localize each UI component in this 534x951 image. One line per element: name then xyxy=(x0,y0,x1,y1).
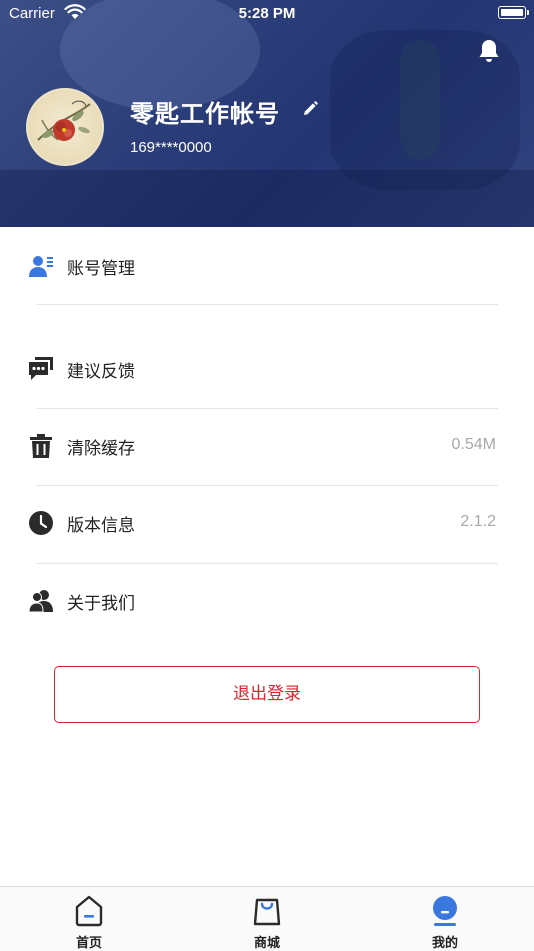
menu-item-feedback[interactable]: 建议反馈 xyxy=(0,332,534,408)
tab-label: 我的 xyxy=(431,936,458,951)
profile-header: Carrier 5:28 PM 零匙工作帐号 169****0000 xyxy=(0,0,534,227)
bell-icon[interactable] xyxy=(477,38,501,64)
menu-item-version-info[interactable]: 版本信息 2.1.2 xyxy=(0,486,534,562)
tab-bar: 首页 商城 我的 xyxy=(0,886,534,951)
cache-size-value: 0.54M xyxy=(451,436,496,453)
tab-label: 首页 xyxy=(75,936,102,951)
username: 零匙工作帐号 xyxy=(130,100,280,128)
tab-home[interactable]: 首页 xyxy=(39,887,139,951)
account-manage-icon xyxy=(29,256,53,277)
menu-item-account-manage[interactable]: 账号管理 xyxy=(0,229,534,305)
menu-item-about-us[interactable]: 关于我们 xyxy=(0,564,534,640)
menu-item-label: 版本信息 xyxy=(67,516,135,536)
menu-item-label: 账号管理 xyxy=(67,259,135,279)
menu-item-label: 关于我们 xyxy=(67,594,135,614)
status-bar: Carrier 5:28 PM xyxy=(0,0,534,28)
trash-icon xyxy=(30,434,52,458)
header-background-blur xyxy=(0,170,534,227)
home-icon xyxy=(75,895,103,927)
menu-item-label: 清除缓存 xyxy=(67,439,135,459)
avatar[interactable] xyxy=(26,88,104,166)
divider xyxy=(36,304,498,305)
tab-mall[interactable]: 商城 xyxy=(217,887,317,951)
edit-pencil-icon[interactable] xyxy=(302,101,318,117)
status-time: 5:28 PM xyxy=(238,5,296,22)
battery-icon xyxy=(498,6,529,19)
menu-item-clear-cache[interactable]: 清除缓存 0.54M xyxy=(0,409,534,485)
logout-button[interactable]: 退出登录 xyxy=(54,666,480,723)
shopping-bag-icon xyxy=(253,898,281,926)
avatar-painting xyxy=(37,100,91,141)
profile-icon xyxy=(433,896,457,926)
clock-icon xyxy=(29,511,53,535)
phone-number: 169****0000 xyxy=(130,139,212,156)
tab-label: 商城 xyxy=(253,936,280,951)
header-background-blur xyxy=(400,40,440,160)
about-us-icon xyxy=(28,590,53,613)
version-value: 2.1.2 xyxy=(460,513,496,530)
tab-mine[interactable]: 我的 xyxy=(395,887,495,951)
feedback-icon xyxy=(29,357,53,380)
menu-item-label: 建议反馈 xyxy=(67,362,135,382)
